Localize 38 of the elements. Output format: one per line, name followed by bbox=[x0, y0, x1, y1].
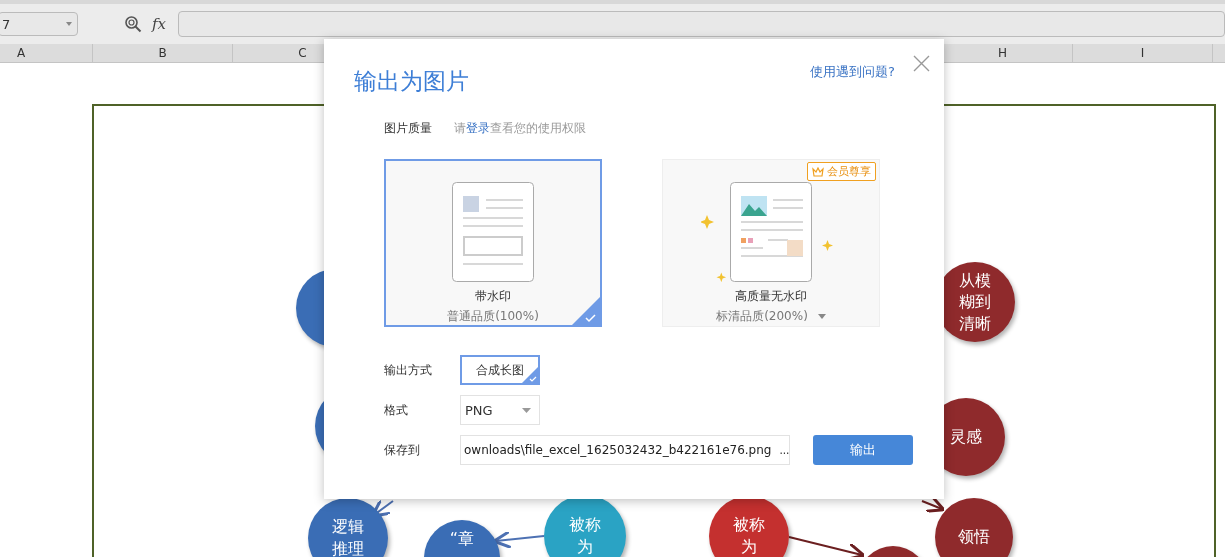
caret-icon bbox=[66, 22, 72, 26]
field-label: 格式 bbox=[384, 401, 409, 419]
login-hint: 请登录查看您的使用权限 bbox=[454, 120, 586, 137]
option-title: 带水印 bbox=[475, 288, 511, 305]
caret-icon bbox=[522, 407, 531, 413]
diagram-node: 领悟 bbox=[935, 498, 1013, 557]
option-title: 高质量无水印 bbox=[735, 288, 807, 305]
quality-option-card[interactable]: 带水印 普通品质(100%) bbox=[384, 159, 602, 327]
save-path-field[interactable]: ownloads\file_excel_1625032432_b422161e76.png ... bbox=[460, 435, 790, 465]
close-icon[interactable] bbox=[913, 55, 930, 72]
column-header[interactable]: B bbox=[93, 44, 233, 62]
name-box[interactable]: 7 bbox=[0, 12, 78, 36]
format-select[interactable]: PNG bbox=[460, 395, 540, 425]
column-header[interactable]: A bbox=[0, 44, 93, 62]
login-link[interactable]: 登录 bbox=[466, 121, 490, 135]
field-label: 保存到 bbox=[384, 441, 421, 459]
help-link[interactable]: 使用遇到问题? bbox=[810, 63, 895, 81]
caret-icon[interactable] bbox=[817, 314, 826, 319]
diagram-node: “章 bbox=[424, 520, 500, 557]
field-label: 图片质量 bbox=[384, 120, 432, 137]
diagram-node: 逻辑推理 bbox=[308, 498, 388, 557]
quality-option-card[interactable]: 高质量无水印 标清品质(200%) 会员尊享 bbox=[662, 159, 880, 327]
option-subtitle: 标清品质(200%) bbox=[716, 308, 808, 325]
field-label: 输出方式 bbox=[384, 361, 433, 379]
arrow bbox=[492, 530, 545, 549]
export-button[interactable]: 输出 bbox=[813, 435, 913, 465]
option-subtitle: 普通品质(100%) bbox=[447, 308, 539, 325]
column-header[interactable]: I bbox=[1073, 44, 1213, 62]
dialog-title: 输出为图片 bbox=[354, 67, 470, 96]
function-label[interactable]: fx bbox=[152, 15, 166, 33]
check-corner-icon bbox=[572, 297, 600, 325]
crown-icon bbox=[812, 166, 824, 177]
check-corner-icon bbox=[522, 367, 538, 383]
output-method-option[interactable]: 合成长图 bbox=[460, 355, 540, 385]
badge-label: 会员尊享 bbox=[827, 164, 871, 179]
zoom-icon[interactable] bbox=[124, 15, 142, 33]
diagram-node: 被称为 bbox=[709, 496, 789, 557]
formula-field[interactable] bbox=[178, 11, 1225, 37]
